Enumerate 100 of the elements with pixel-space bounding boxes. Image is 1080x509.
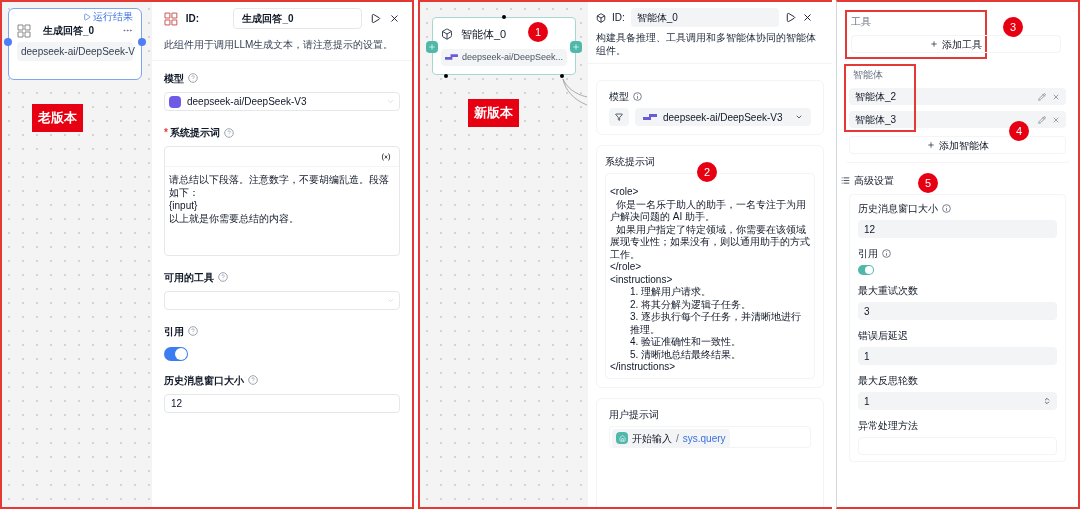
- id-field[interactable]: 智能体_0: [630, 8, 779, 27]
- field-label: 用户提示词: [609, 407, 660, 422]
- number-input[interactable]: 12: [858, 220, 1057, 238]
- edit-icon[interactable]: [1038, 115, 1046, 124]
- run-icon[interactable]: [784, 12, 796, 23]
- id-label: ID:: [612, 11, 625, 25]
- prompt-line: 你是一名乐于助人的助手，一名专注于为用户解决问题的 AI 助手。: [610, 198, 807, 224]
- toggle-switch[interactable]: [164, 347, 188, 361]
- home-icon: [618, 434, 626, 442]
- add-handle[interactable]: [570, 41, 582, 53]
- variable-chip[interactable]: 开始输入 / sys.query: [612, 428, 730, 448]
- field-label: 模型: [609, 89, 811, 104]
- filter-button[interactable]: [609, 108, 629, 126]
- field-label: 历史消息窗口大小: [164, 373, 400, 388]
- node-type-icon: [17, 23, 31, 38]
- prompt-line: 4. 验证准确性和一致性。: [629, 336, 743, 349]
- plus-icon: [572, 43, 580, 51]
- run-result-link[interactable]: 运行结果: [93, 11, 133, 23]
- spinner-icon[interactable]: [1043, 397, 1051, 405]
- number-input[interactable]: 1: [858, 392, 1057, 410]
- prompt-line: 5. 清晰地总结最终结果。: [629, 348, 743, 361]
- history-input[interactable]: 12: [164, 394, 400, 413]
- field-label: 异常处理方法: [858, 419, 919, 433]
- cube-icon: [596, 12, 606, 23]
- agent-item[interactable]: 智能体_2: [849, 88, 1066, 105]
- filter-icon: [615, 113, 623, 121]
- panel-description: 此组件用于调用LLM生成文本，请注意提示的设置。: [164, 38, 395, 52]
- prompt-line: 以上就是你需要总结的内容。: [169, 212, 300, 225]
- prompt-line: </role>: [610, 261, 643, 274]
- chevron-icon: [795, 113, 803, 121]
- field-label: 引用: [164, 324, 400, 339]
- node-title: 生成回答_0: [43, 24, 95, 38]
- prompt-editor[interactable]: 请总结以下段落。注意数字，不要胡编乱造。段落如下： {input} 以上就是你需要总结的内容。: [164, 146, 400, 256]
- id-label: ID:: [185, 12, 201, 26]
- version-label: 老版本: [32, 104, 83, 132]
- list-icon: [841, 176, 850, 185]
- version-label: 新版本: [468, 99, 519, 127]
- field-label: 模型: [164, 71, 400, 86]
- number-badge: 3: [1003, 17, 1023, 37]
- model-select[interactable]: deepseek-ai/DeepSeek-V3: [164, 92, 400, 111]
- id-field[interactable]: 生成回答_0: [233, 8, 363, 29]
- run-icon[interactable]: [370, 13, 382, 24]
- field-label: 系统提示词: [169, 126, 220, 140]
- number-badge: 4: [1009, 121, 1029, 141]
- close-icon[interactable]: [801, 12, 813, 23]
- field-label: 最大重试次数: [858, 284, 919, 298]
- chevron-icon: [386, 296, 395, 305]
- prompt-line: <role>: [610, 186, 640, 199]
- help-icon: [188, 73, 198, 83]
- section-label: 智能体: [852, 68, 884, 82]
- handle[interactable]: [138, 38, 146, 46]
- cube-icon: [441, 28, 453, 41]
- close-icon[interactable]: [389, 13, 400, 24]
- prompt-line: 请总结以下段落。注意数字，不要胡编乱造。段落如下：: [169, 173, 390, 199]
- number-badge: 5: [918, 173, 938, 193]
- agent-item[interactable]: 智能体_3: [849, 111, 1066, 128]
- model-logo-icon: [643, 114, 657, 120]
- field-label: 引用: [858, 246, 1057, 261]
- run-icon: [83, 13, 91, 21]
- add-agent-button[interactable]: 添加智能体: [849, 136, 1066, 154]
- node-type-icon: [164, 11, 178, 26]
- node-model: deepseek-ai/DeepSeek-V: [17, 42, 133, 61]
- prompt-line: 3. 逐步执行每个子任务，并清晰地进行推理。: [629, 311, 803, 336]
- add-tool-button[interactable]: 添加工具: [851, 35, 1061, 53]
- field-label: 系统提示词: [605, 155, 656, 169]
- edit-icon[interactable]: [1038, 92, 1046, 101]
- toggle-switch[interactable]: [858, 265, 874, 275]
- field-label: 最大反思轮数: [858, 374, 919, 388]
- model-select[interactable]: deepseek-ai/DeepSeek-V3: [635, 108, 811, 126]
- edge-line: [562, 78, 588, 108]
- prompt-line: {input}: [169, 199, 199, 212]
- section-title: 高级设置: [854, 174, 894, 188]
- variable-icon[interactable]: [381, 152, 391, 161]
- prompt-line: </instructions>: [610, 361, 677, 374]
- prompt-line: <instructions>: [610, 273, 674, 286]
- section-label: 工具: [851, 15, 872, 29]
- model-logo-icon: [169, 95, 181, 108]
- number-input[interactable]: 3: [858, 302, 1057, 320]
- field-label: 历史消息窗口大小: [858, 201, 1057, 216]
- help-icon: [188, 326, 198, 336]
- handle[interactable]: [4, 38, 12, 46]
- add-handle[interactable]: [426, 41, 438, 53]
- prompt-line: 2. 将其分解为逻辑子任务。: [629, 298, 753, 311]
- prompt-line: 如果用户指定了特定领域，你需要在该领域展现专业性；如果没有，则以通用助手的方式工作。: [610, 223, 810, 261]
- chip-separator: /: [676, 431, 679, 446]
- info-icon: [633, 92, 642, 101]
- plus-icon: [930, 40, 938, 48]
- handle[interactable]: [444, 74, 448, 78]
- field-label: 可用的工具: [164, 270, 400, 285]
- annotation-box: [844, 64, 916, 132]
- node-card[interactable]: 运行结果 生成回答_0 deepseek-ai/DeepSeek-V: [8, 8, 142, 80]
- help-icon: [248, 375, 258, 385]
- required-mark: *: [164, 126, 168, 140]
- node-title: 智能体_0: [461, 27, 507, 42]
- chip-source: 开始输入: [632, 431, 672, 446]
- help-icon: [223, 127, 234, 138]
- handle[interactable]: [560, 74, 564, 78]
- number-input[interactable]: 1: [858, 347, 1057, 365]
- handle[interactable]: [502, 15, 506, 19]
- prompt-line: 1. 理解用户请求。: [629, 286, 713, 299]
